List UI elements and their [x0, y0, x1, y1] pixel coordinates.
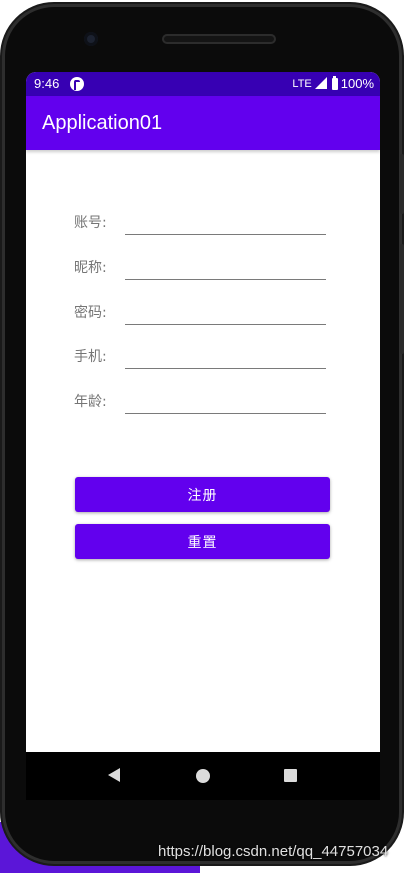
age-label: 年龄: — [74, 394, 107, 410]
password-label: 密码: — [74, 305, 107, 321]
age-input[interactable] — [125, 387, 326, 414]
network-type: LTE — [292, 77, 312, 90]
status-indicators: LTE 100% — [292, 75, 374, 91]
power-button[interactable] — [400, 154, 404, 214]
nickname-row: 昵称: — [74, 253, 328, 281]
age-row: 年龄: — [74, 387, 328, 415]
navigation-bar — [26, 752, 380, 800]
app-bar: Application01 — [26, 96, 380, 150]
register-button[interactable]: 注册 — [75, 477, 330, 512]
reset-button[interactable]: 重置 — [75, 524, 330, 559]
account-row: 账号: — [74, 208, 328, 236]
app-notification-icon — [70, 77, 84, 91]
front-camera — [84, 32, 98, 46]
volume-button[interactable] — [400, 244, 404, 354]
password-row: 密码: — [74, 298, 328, 326]
phone-row: 手机: — [74, 342, 328, 370]
earpiece-speaker — [162, 34, 276, 44]
phone-input[interactable] — [125, 342, 326, 369]
back-icon[interactable] — [108, 768, 120, 782]
watermark: https://blog.csdn.net/qq_44757034 — [158, 843, 389, 860]
status-time: 9:46 — [34, 76, 60, 91]
account-label: 账号: — [74, 215, 107, 231]
home-icon[interactable] — [196, 769, 210, 783]
phone-label: 手机: — [74, 349, 107, 365]
battery-level: 100% — [340, 76, 374, 91]
battery-icon — [331, 75, 338, 90]
phone-screen: 9:46 LTE 100% Application01 账号: 昵称: 密码: … — [26, 72, 380, 752]
app-title: Application01 — [42, 112, 163, 134]
nickname-input[interactable] — [125, 253, 326, 280]
account-input[interactable] — [125, 208, 326, 235]
status-bar: 9:46 LTE 100% — [26, 72, 380, 96]
nickname-label: 昵称: — [74, 260, 107, 276]
signal-icon — [314, 76, 327, 89]
password-input[interactable] — [125, 298, 326, 325]
recents-icon[interactable] — [284, 769, 297, 782]
